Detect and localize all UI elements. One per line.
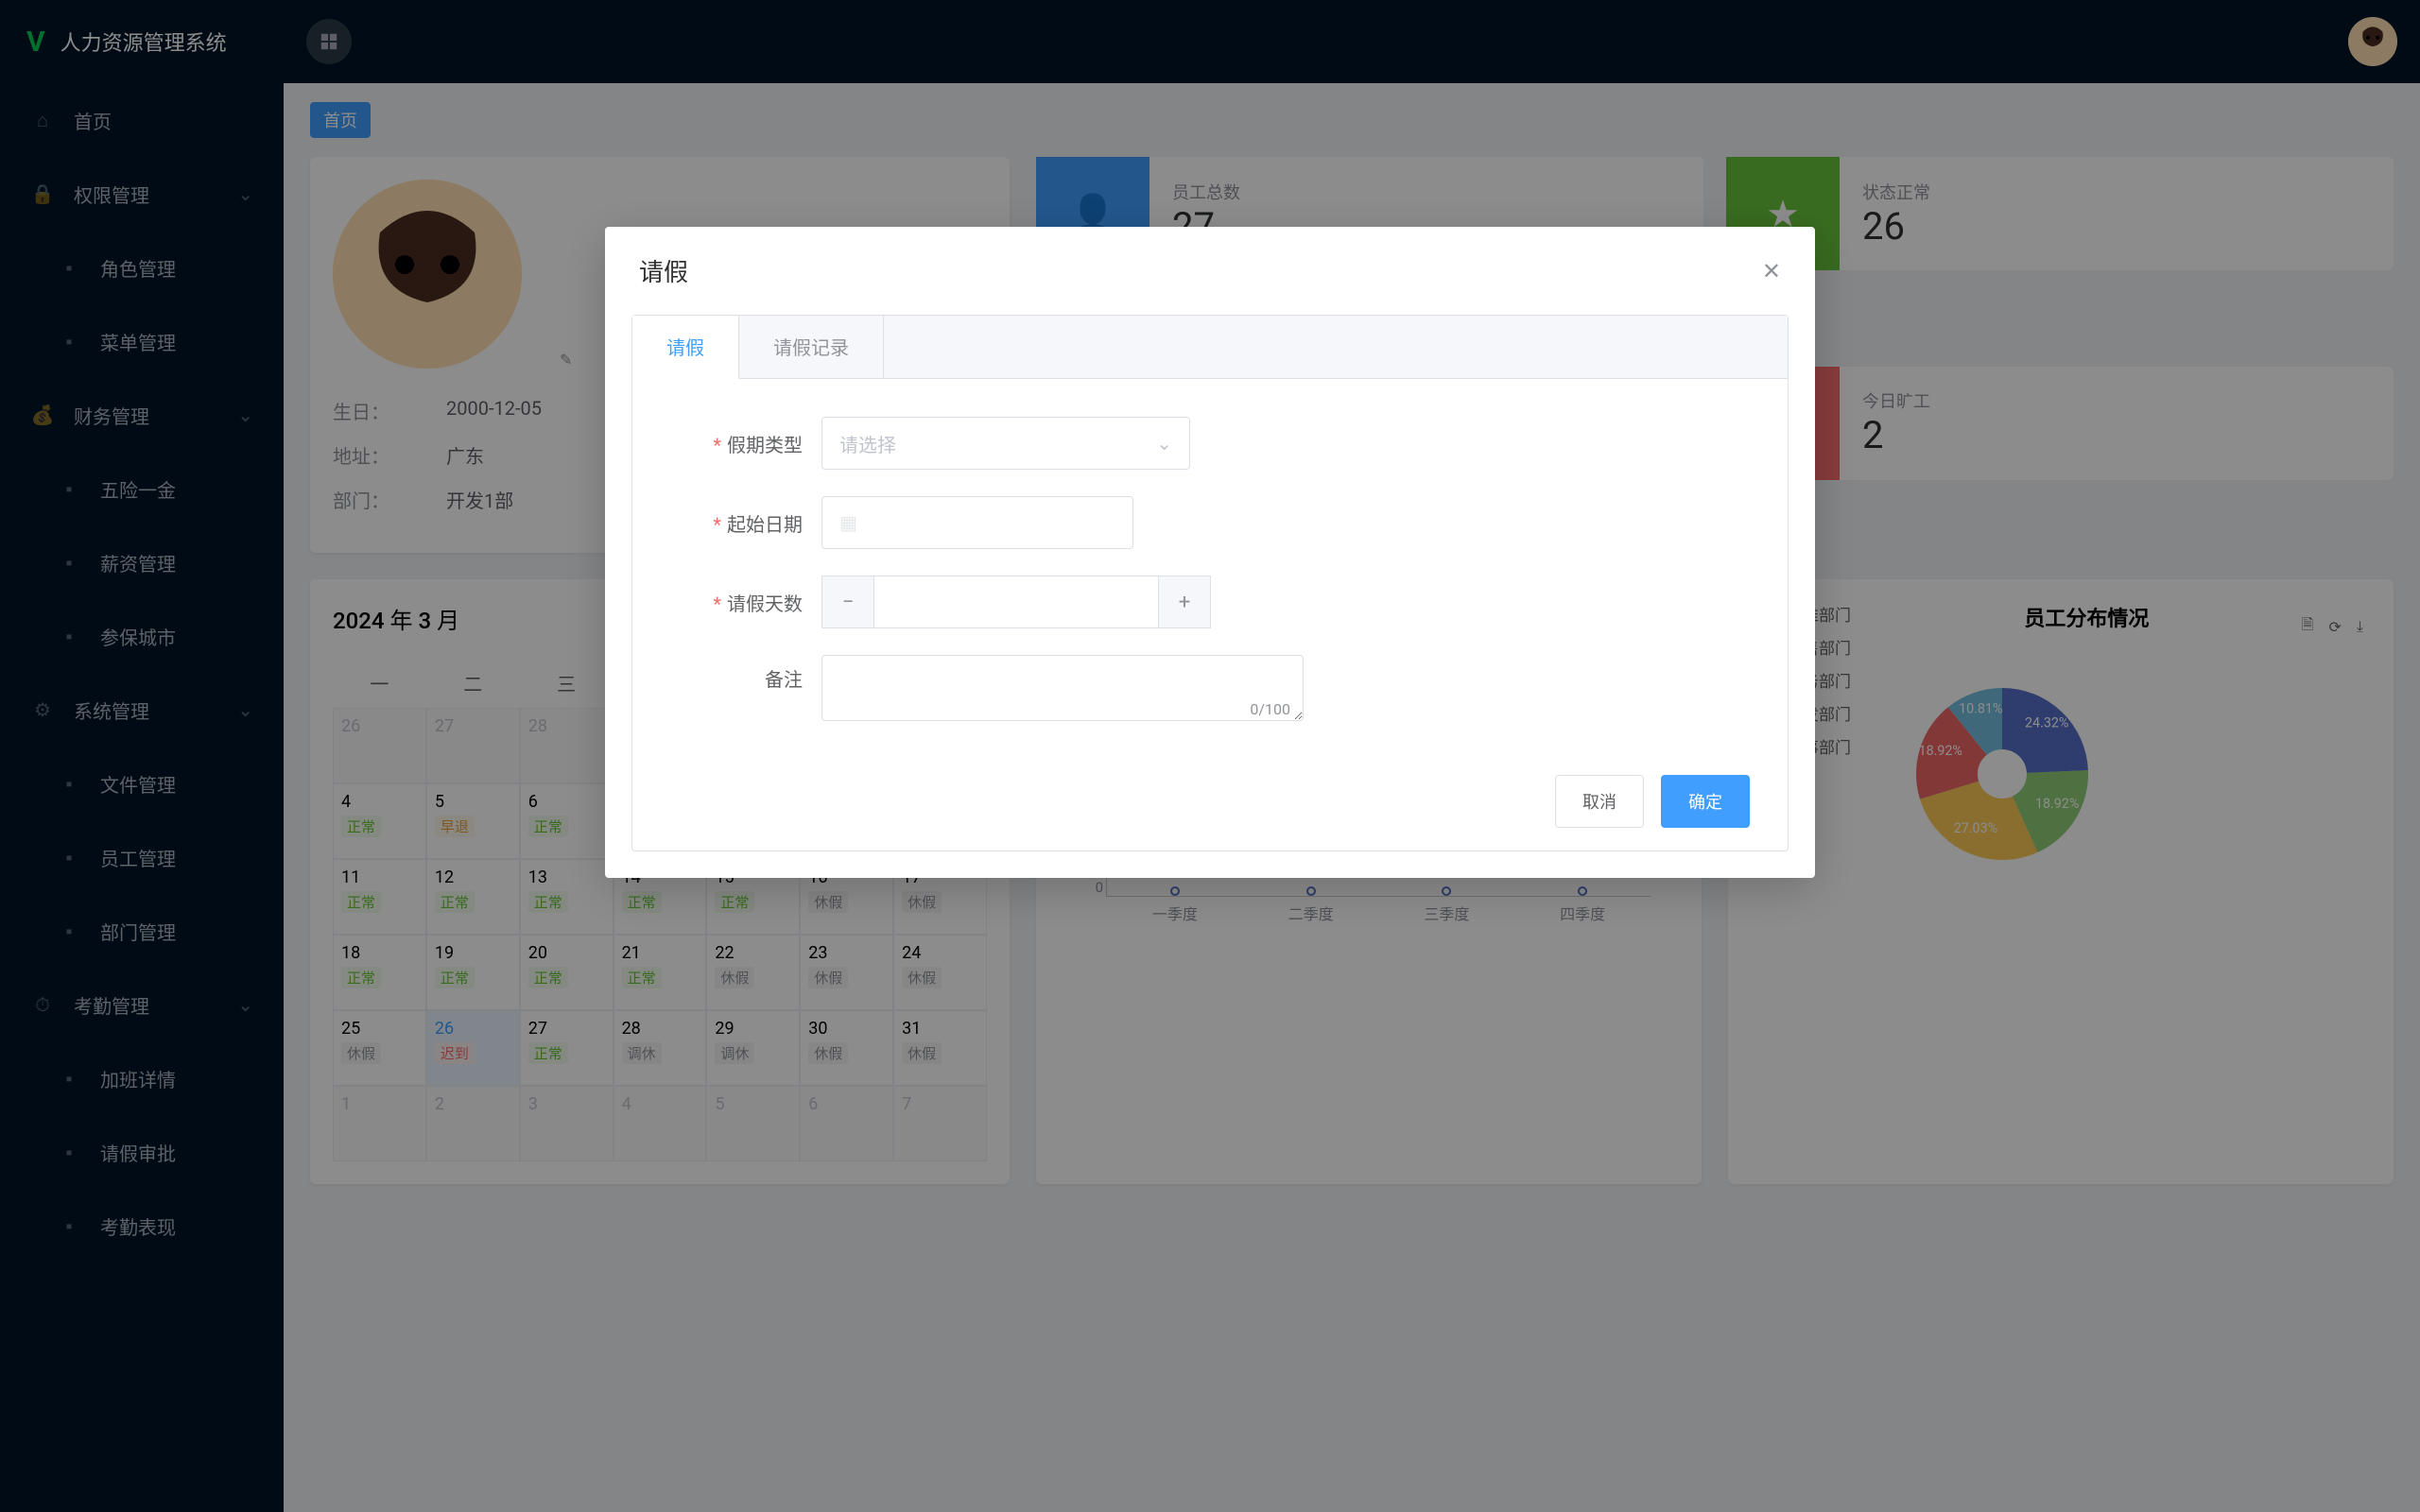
calendar-icon: ▦	[839, 511, 857, 534]
dialog-title: 请假	[639, 253, 688, 288]
char-count: 0/100	[1250, 700, 1290, 718]
tab-leave[interactable]: 请假	[632, 316, 739, 379]
leave-dialog: 请假 ✕ 请假 请假记录 *假期类型 请选择 ⌄	[605, 227, 1815, 878]
days-increase[interactable]: +	[1158, 576, 1211, 628]
label-days: 请假天数	[727, 593, 803, 615]
start-date-input[interactable]: ▦	[821, 496, 1133, 549]
leave-type-select[interactable]: 请选择 ⌄	[821, 417, 1190, 470]
days-decrease[interactable]: −	[821, 576, 874, 628]
chevron-down-icon: ⌄	[1156, 432, 1172, 455]
confirm-button[interactable]: 确定	[1661, 775, 1750, 828]
label-start-date: 起始日期	[727, 513, 803, 536]
label-remark: 备注	[765, 668, 803, 691]
select-placeholder: 请选择	[839, 430, 896, 457]
cancel-button[interactable]: 取消	[1555, 775, 1644, 828]
days-input[interactable]	[874, 576, 1158, 628]
tab-leave-history[interactable]: 请假记录	[739, 316, 884, 378]
remark-textarea[interactable]	[821, 655, 1304, 721]
label-leave-type: 假期类型	[727, 434, 803, 456]
dialog-close-icon[interactable]: ✕	[1762, 258, 1781, 284]
